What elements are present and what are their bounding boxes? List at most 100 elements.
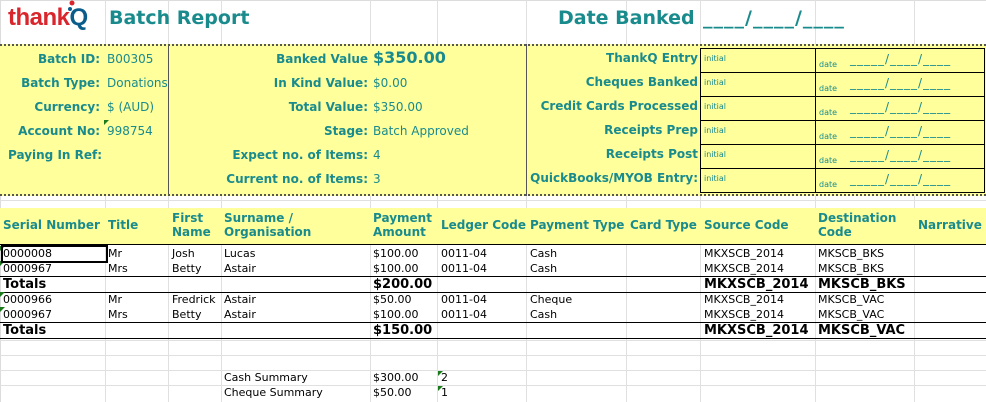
date-text: date xyxy=(819,132,838,141)
cell-title[interactable]: Mrs xyxy=(108,308,128,321)
summary-label: Cheque Summary xyxy=(224,386,323,399)
in-kind-value[interactable]: $0.00 xyxy=(373,76,407,90)
cell-first[interactable]: Betty xyxy=(172,308,201,321)
cell-serial[interactable]: 0000967 xyxy=(3,308,52,321)
date-blank[interactable]: _____/____/____ xyxy=(850,124,951,138)
selected-cell[interactable] xyxy=(1,245,108,263)
batch-type-value[interactable]: Donations xyxy=(107,76,168,90)
cell-ptype[interactable]: Cash xyxy=(530,247,557,260)
current-items-value[interactable]: 3 xyxy=(373,172,381,186)
date-blank[interactable]: _____/____/____ xyxy=(850,148,951,162)
col-destination-code: Destination Code xyxy=(818,211,897,239)
cell-title[interactable]: Mr xyxy=(108,293,122,306)
expect-items-value[interactable]: 4 xyxy=(373,148,381,162)
summary-note-marker xyxy=(438,386,443,391)
cell-amount[interactable]: $100.00 xyxy=(373,262,419,275)
summary-amount: $300.00 xyxy=(373,371,419,384)
stage-label: Stage: xyxy=(323,124,368,138)
col-card-type: Card Type xyxy=(630,218,697,232)
banked-value[interactable]: $350.00 xyxy=(373,48,446,67)
cell-ptype[interactable]: Cash xyxy=(530,262,557,275)
cell-dest[interactable]: MKSCB_BKS xyxy=(818,262,884,275)
summary-label: Cash Summary xyxy=(224,371,308,384)
date-blank[interactable]: _____/____/____ xyxy=(850,100,951,114)
batch-id-value[interactable]: B00305 xyxy=(107,52,153,66)
cell-ledger[interactable]: 0011-04 xyxy=(441,308,487,321)
summary-note-marker xyxy=(438,371,443,376)
date-banked-blank[interactable]: ____/____/____ xyxy=(703,7,845,29)
totals-row: Totals $200.00 MKXSCB_2014 MKSCB_BKS xyxy=(0,277,986,292)
col-source-code: Source Code xyxy=(704,218,789,232)
date-banked-label: Date Banked xyxy=(558,7,695,29)
table-row[interactable]: 0000967 Mrs Betty Astair $100.00 0011-04 Cash M… xyxy=(0,261,986,276)
checklist-label: Cheques Banked xyxy=(585,75,698,89)
totals-row: Totals $150.00 MKXSCB_2014 MKSCB_VAC xyxy=(0,323,986,338)
cell-surname[interactable]: Astair xyxy=(224,308,256,321)
logo-dots-icon xyxy=(68,0,76,14)
cell-serial[interactable]: 0000966 xyxy=(3,293,52,306)
cell-surname[interactable]: Lucas xyxy=(224,247,255,260)
checklist-label: Receipts Post xyxy=(605,147,698,161)
totals-label: Totals xyxy=(3,277,47,292)
stage-value[interactable]: Batch Approved xyxy=(373,124,469,138)
date-blank[interactable]: _____/____/____ xyxy=(850,172,951,186)
cell-title[interactable]: Mr xyxy=(108,247,122,260)
col-payment-type: Payment Type xyxy=(530,218,625,232)
expect-items-label: Expect no. of Items: xyxy=(232,148,368,162)
col-surname: Surname / Organisation xyxy=(224,211,312,239)
cell-surname[interactable]: Astair xyxy=(224,293,256,306)
date-blank[interactable]: _____/____/____ xyxy=(850,76,951,90)
account-value[interactable]: 998754 xyxy=(107,124,153,138)
cell-dest[interactable]: MKSCB_VAC xyxy=(818,293,884,306)
initial-text: initial xyxy=(704,174,726,183)
cell-serial[interactable]: 0000967 xyxy=(3,262,52,275)
date-text: date xyxy=(819,108,838,117)
panel-top-border xyxy=(0,44,986,46)
col-payment-amount: Payment Amount xyxy=(373,211,432,239)
cell-amount[interactable]: $100.00 xyxy=(373,247,419,260)
initial-text: initial xyxy=(704,150,726,159)
page-title: Batch Report xyxy=(109,7,250,29)
batch-type-label: Batch Type: xyxy=(21,76,100,90)
cell-ledger[interactable]: 0011-04 xyxy=(441,262,487,275)
cell-ptype[interactable]: Cash xyxy=(530,308,557,321)
total-value[interactable]: $350.00 xyxy=(373,100,423,114)
table-row[interactable]: 0000966 Mr Fredrick Astair $50.00 0011-04 Cheq… xyxy=(0,292,986,307)
totals-bottom-border xyxy=(0,338,986,339)
totals-source: MKXSCB_2014 xyxy=(704,323,809,338)
in-kind-label: In Kind Value: xyxy=(273,76,368,90)
cell-ledger[interactable]: 0011-04 xyxy=(441,293,487,306)
date-blank[interactable]: _____/____/____ xyxy=(850,52,951,66)
summary-amount: $50.00 xyxy=(373,386,412,399)
totals-amount: $150.00 xyxy=(373,323,433,338)
checklist-label: QuickBooks/MYOB Entry: xyxy=(530,171,698,185)
cell-source[interactable]: MKXSCB_2014 xyxy=(704,293,784,306)
cell-source[interactable]: MKXSCB_2014 xyxy=(704,262,784,275)
cell-amount[interactable]: $50.00 xyxy=(373,293,412,306)
initial-text: initial xyxy=(704,54,726,63)
cell-dest[interactable]: MKSCB_VAC xyxy=(818,308,884,321)
cell-first[interactable]: Fredrick xyxy=(172,293,216,306)
col-narrative: Narrative xyxy=(918,218,982,232)
table-row[interactable]: 0000967 Mrs Betty Astair $100.00 0011-04 Cash M… xyxy=(0,307,986,322)
cell-first[interactable]: Josh xyxy=(172,247,195,260)
cell-amount[interactable]: $100.00 xyxy=(373,308,419,321)
total-value-label: Total Value: xyxy=(288,100,368,114)
totals-top-border xyxy=(0,322,986,323)
date-text: date xyxy=(819,156,838,165)
cell-source[interactable]: MKXSCB_2014 xyxy=(704,247,784,260)
cell-surname[interactable]: Astair xyxy=(224,262,256,275)
cell-ptype[interactable]: Cheque xyxy=(530,293,572,306)
checklist-label: Receipts Prep xyxy=(604,123,698,137)
cell-title[interactable]: Mrs xyxy=(108,262,128,275)
col-title: Title xyxy=(108,218,139,232)
checklist-label: ThankQ Entry xyxy=(606,51,698,65)
cell-first[interactable]: Betty xyxy=(172,262,201,275)
totals-top-border xyxy=(0,276,986,277)
currency-value[interactable]: $ (AUD) xyxy=(107,100,154,114)
cell-source[interactable]: MKXSCB_2014 xyxy=(704,308,784,321)
table-row[interactable]: 0000008 Mr Josh Lucas $100.00 0011-04 Cash MKXS… xyxy=(0,246,986,261)
cell-dest[interactable]: MKSCB_BKS xyxy=(818,247,884,260)
banked-value-label: Banked Value xyxy=(276,52,368,66)
cell-ledger[interactable]: 0011-04 xyxy=(441,247,487,260)
